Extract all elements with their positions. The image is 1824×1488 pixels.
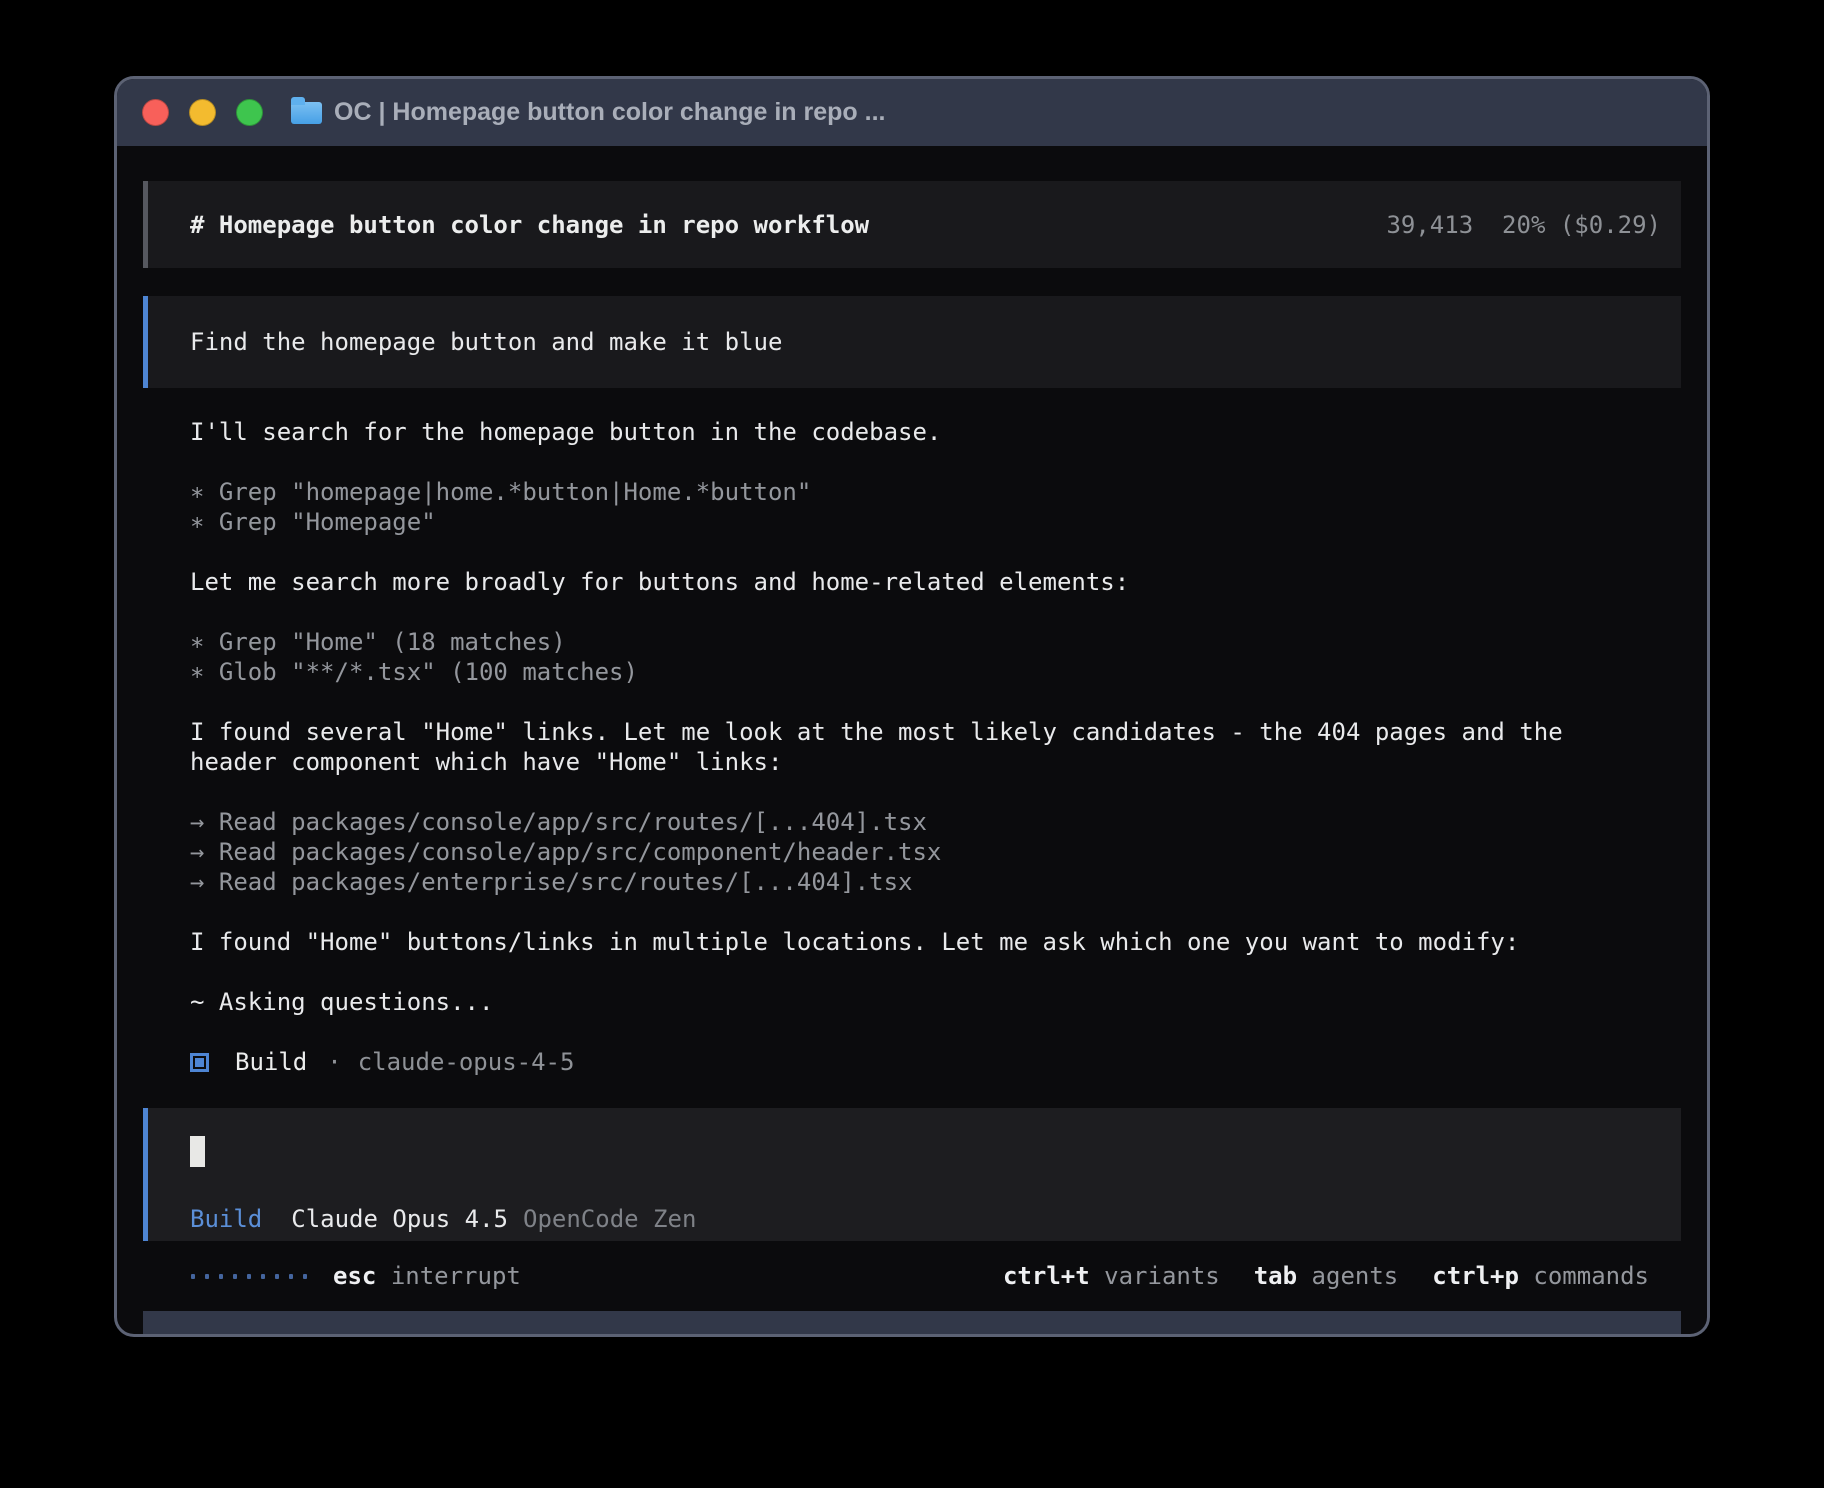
session-stats: 39,413 20% ($0.29): [1386, 210, 1661, 240]
window-footer: [143, 1311, 1681, 1334]
blank-line: [190, 687, 1620, 717]
ctrl-p-key: ctrl+p: [1432, 1262, 1519, 1290]
prompt-input[interactable]: Build Claude Opus 4.5 OpenCode Zen: [143, 1108, 1681, 1241]
agent-status-row: Build · claude-opus-4-5: [190, 1047, 1620, 1077]
blank-line: [190, 597, 1620, 627]
assistant-text-line: I found "Home" buttons/links in multiple…: [190, 927, 1620, 957]
assistant-text-line: ~ Asking questions...: [190, 987, 1620, 1017]
ctrl-t-key: ctrl+t: [1003, 1262, 1090, 1290]
titlebar: OC | Homepage button color change in rep…: [117, 79, 1707, 146]
spinner-dot: [289, 1274, 293, 1279]
terminal-content: # Homepage button color change in repo w…: [117, 146, 1707, 1334]
spinner-dot: [219, 1274, 223, 1279]
assistant-text-line: Let me search more broadly for buttons a…: [190, 567, 1620, 597]
agent-model: claude-opus-4-5: [358, 1047, 575, 1077]
input-agent-label: Build: [190, 1204, 262, 1234]
spinner-dot: [303, 1274, 307, 1279]
interrupt-hint: esc interrupt: [333, 1261, 521, 1291]
terminal-window: OC | Homepage button color change in rep…: [114, 76, 1710, 1337]
spinner-dot: [233, 1274, 237, 1279]
spinner-dot: [247, 1274, 251, 1279]
window-title: OC | Homepage button color change in rep…: [334, 98, 885, 127]
commands-hint: ctrl+p commands: [1432, 1261, 1649, 1291]
input-model-label: Claude Opus 4.5: [291, 1204, 508, 1234]
blank-line: [190, 957, 1620, 987]
variants-hint: ctrl+t variants: [1003, 1261, 1220, 1291]
user-message: Find the homepage button and make it blu…: [143, 296, 1681, 388]
blank-line: [190, 897, 1620, 927]
tool-call-line: → Read packages/enterprise/src/routes/[.…: [190, 867, 1620, 897]
agent-name: Build: [235, 1047, 307, 1077]
text-cursor: [190, 1136, 205, 1167]
transcript: I'll search for the homepage button in t…: [143, 417, 1681, 1077]
spinner-dot: [205, 1274, 209, 1279]
spinner-dot: [261, 1274, 265, 1279]
traffic-lights: [142, 99, 263, 126]
agents-hint: tab agents: [1254, 1261, 1399, 1291]
status-bar-right: ctrl+t variants tab agents ctrl+p comman…: [1003, 1261, 1649, 1291]
tool-call-line: ∗ Grep "Home" (18 matches): [190, 627, 1620, 657]
assistant-text-line: I'll search for the homepage button in t…: [190, 417, 1620, 447]
esc-key: esc: [333, 1262, 376, 1290]
agent-separator: ·: [327, 1047, 341, 1077]
spinner-dot: [191, 1274, 195, 1279]
tool-call-line: ∗ Glob "**/*.tsx" (100 matches): [190, 657, 1620, 687]
spinner-icon: [191, 1274, 307, 1279]
minimize-button[interactable]: [189, 99, 216, 126]
zoom-button[interactable]: [236, 99, 263, 126]
blank-line: [190, 777, 1620, 807]
spinner-dot: [275, 1274, 279, 1279]
input-meta: Build Claude Opus 4.5 OpenCode Zen: [190, 1204, 1681, 1234]
input-provider-label: OpenCode Zen: [523, 1204, 696, 1234]
tool-call-line: → Read packages/console/app/src/routes/[…: [190, 807, 1620, 837]
assistant-text-line: I found several "Home" links. Let me loo…: [190, 717, 1620, 777]
status-bar: esc interrupt ctrl+t variants tab agents…: [143, 1261, 1681, 1291]
folder-icon: [291, 102, 322, 124]
tab-key: tab: [1254, 1262, 1297, 1290]
user-message-text: Find the homepage button and make it blu…: [190, 327, 782, 357]
session-header: # Homepage button color change in repo w…: [143, 181, 1681, 268]
tool-call-line: ∗ Grep "Homepage": [190, 507, 1620, 537]
tool-call-line: → Read packages/console/app/src/componen…: [190, 837, 1620, 867]
agent-icon: [190, 1053, 209, 1072]
blank-line: [190, 447, 1620, 477]
tool-call-line: ∗ Grep "homepage|home.*button|Home.*butt…: [190, 477, 1620, 507]
session-title: # Homepage button color change in repo w…: [190, 210, 869, 240]
blank-line: [190, 537, 1620, 567]
close-button[interactable]: [142, 99, 169, 126]
blank-line: [190, 1017, 1620, 1047]
